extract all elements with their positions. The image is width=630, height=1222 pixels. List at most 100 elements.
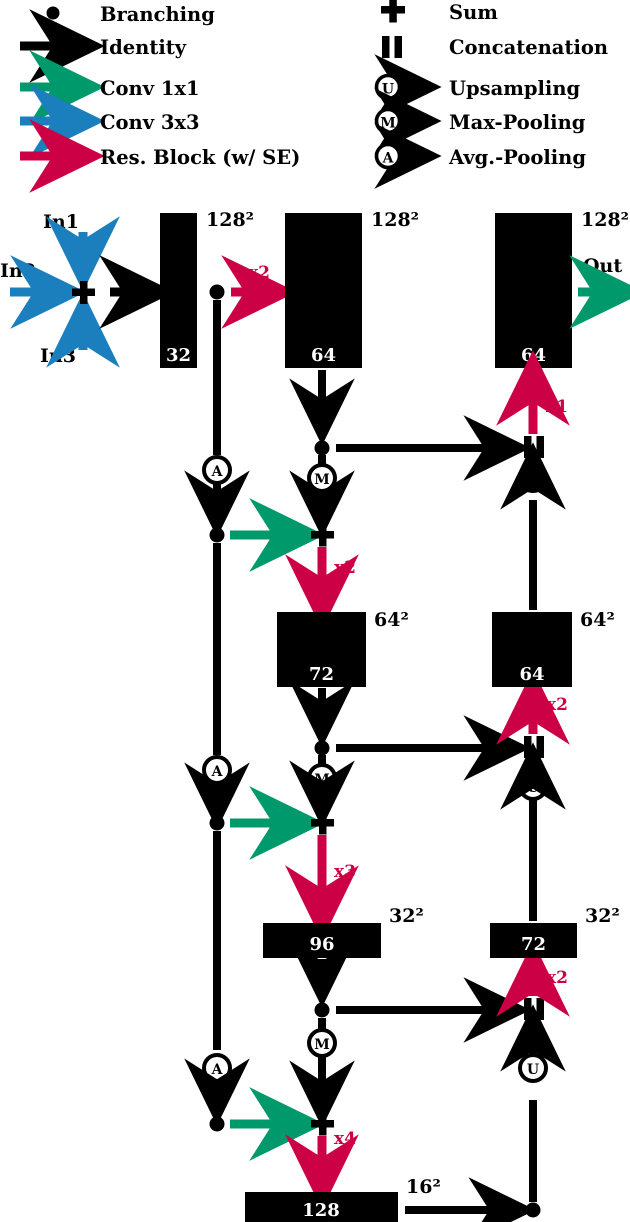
max-pooling-glyph: M	[314, 1037, 330, 1053]
legend-label-max-pooling: Max-Pooling	[449, 111, 586, 134]
max-pooling-glyph: M	[314, 472, 330, 488]
input-label-in2: In2	[0, 260, 36, 282]
sum-plus-icon-v	[319, 523, 327, 547]
block-bottleneck-16-128: 128 16²	[245, 1176, 541, 1222]
block-dec-32-72: 72 32²	[490, 905, 620, 958]
block-dec-64-64: 64 64²	[492, 609, 615, 687]
input-label-in1: In1	[43, 211, 79, 233]
decoder-column: U x2 72 32² U x2 64 64² U x1	[490, 350, 620, 1202]
block-resolution: 64²	[374, 609, 409, 631]
legend-label-branching: Branching	[100, 3, 215, 26]
branch-128-skip: x2	[209, 255, 297, 329]
concatenation-bars-icon-2	[536, 436, 544, 458]
branching-dot-icon	[314, 740, 330, 756]
sum-input	[72, 281, 95, 304]
avg-pooling-glyph: A	[211, 764, 224, 780]
block-enc-32-96: 96 32²	[263, 905, 424, 958]
sum-32	[311, 811, 334, 835]
avg-pooling-glyph: A	[382, 151, 395, 167]
block-resolution: 128²	[206, 209, 254, 231]
upsampling-glyph: U	[382, 82, 394, 98]
legend-label-sum: Sum	[449, 1, 498, 24]
legend-item-branching: Branching	[46, 3, 215, 26]
legend-item-res-block: Res. Block (w/ SE)	[20, 119, 300, 193]
block-channels: 128	[302, 1200, 340, 1221]
concatenation-bars-icon-2	[536, 736, 544, 758]
concat-32	[524, 998, 544, 1020]
branching-dot-icon	[314, 440, 330, 456]
concatenation-bars-icon-2	[394, 36, 402, 58]
sum-plus-icon-v	[319, 811, 327, 835]
block-resolution: 32²	[585, 905, 620, 927]
branching-dot-icon	[46, 6, 60, 20]
max-pooling-glyph: M	[380, 116, 396, 132]
input-label-in3: In3	[40, 345, 76, 367]
avg-pooling-glyph: A	[211, 1062, 224, 1078]
output-label: Out	[583, 255, 622, 277]
input-stage: In1 In2 In3	[0, 211, 175, 368]
block-channels: 64	[311, 345, 336, 366]
upsampling-glyph: U	[527, 472, 539, 488]
repeat-label-enc-16: x4	[334, 1129, 356, 1149]
legend-item-avg-pooling: A Avg.-Pooling	[374, 123, 586, 189]
legend-label-upsampling: Upsampling	[449, 77, 581, 100]
branching-dot-icon	[209, 1116, 225, 1132]
output-stage: Out	[569, 255, 630, 329]
block-enc-128-64: 64 128²	[285, 209, 419, 368]
sum-64	[311, 523, 334, 547]
block-channels: 96	[309, 934, 334, 955]
avgpool-skip-rail: A A A	[184, 300, 325, 1161]
legend-item-max-pooling: M Max-Pooling	[374, 88, 586, 154]
upsampling-glyph: U	[527, 780, 539, 796]
repeat-label-dec-128: x1	[546, 397, 568, 417]
legend-item-sum: Sum	[381, 0, 498, 24]
block-resolution: 32²	[389, 905, 424, 927]
block-enc-64-72: 72 64²	[277, 609, 409, 687]
block-resolution: 128²	[371, 209, 419, 231]
sum-plus-icon-v	[319, 1112, 327, 1136]
legend-label-conv3x3: Conv 3x3	[100, 111, 200, 134]
architecture-diagram: Branching Identity Conv 1x1 Conv 3x3 Res…	[0, 0, 630, 1222]
upsampling-glyph: U	[527, 1062, 539, 1078]
max-pooling-glyph: M	[314, 772, 330, 788]
block-resolution: 64²	[580, 609, 615, 631]
sum-plus-icon-v	[389, 0, 397, 23]
block-channels: 72	[521, 934, 546, 955]
concat-64	[524, 736, 544, 758]
block-channels: 64	[521, 345, 546, 366]
legend-label-avg-pooling: Avg.-Pooling	[448, 146, 586, 169]
legend-label-identity: Identity	[100, 36, 187, 59]
block-channels: 64	[519, 664, 544, 685]
legend-label-conv1x1: Conv 1x1	[100, 77, 200, 100]
repeat-label-enc-32: x3	[334, 862, 356, 882]
repeat-label-enc-128: x2	[248, 263, 270, 283]
legend-item-identity: Identity	[20, 9, 187, 83]
sum-16	[311, 1112, 334, 1136]
block-resolution: 16²	[406, 1176, 441, 1198]
legend-label-res-block: Res. Block (w/ SE)	[100, 146, 300, 169]
main-column-128: M x2	[285, 370, 531, 630]
sum-plus-icon-v	[80, 281, 88, 304]
branching-dot-icon	[525, 1202, 541, 1218]
concatenation-bars-icon-2	[536, 998, 544, 1020]
legend: Branching Identity Conv 1x1 Conv 3x3 Res…	[20, 0, 608, 193]
legend-item-upsampling: U Upsampling	[374, 54, 581, 120]
legend-label-concatenation: Concatenation	[449, 36, 608, 59]
block-resolution: 128²	[581, 209, 629, 231]
branching-dot-icon	[209, 527, 225, 543]
concatenation-bars-icon	[524, 736, 532, 758]
branching-dot-icon	[209, 815, 225, 831]
main-column-32: M x4	[285, 940, 531, 1210]
repeat-label-dec-64: x2	[546, 695, 568, 715]
repeat-label-enc-64: x2	[334, 558, 356, 578]
branching-dot-icon	[209, 284, 225, 300]
branching-dot-icon	[314, 1002, 330, 1018]
concatenation-bars-icon	[382, 36, 390, 58]
concatenation-bars-icon	[524, 436, 532, 458]
avg-pooling-glyph: A	[211, 464, 224, 480]
main-column-64: M x3	[285, 680, 531, 941]
legend-item-conv3x3: Conv 3x3	[20, 84, 200, 158]
legend-item-concatenation: Concatenation	[382, 36, 608, 59]
legend-item-conv1x1: Conv 1x1	[20, 50, 200, 124]
concat-128	[524, 436, 544, 458]
